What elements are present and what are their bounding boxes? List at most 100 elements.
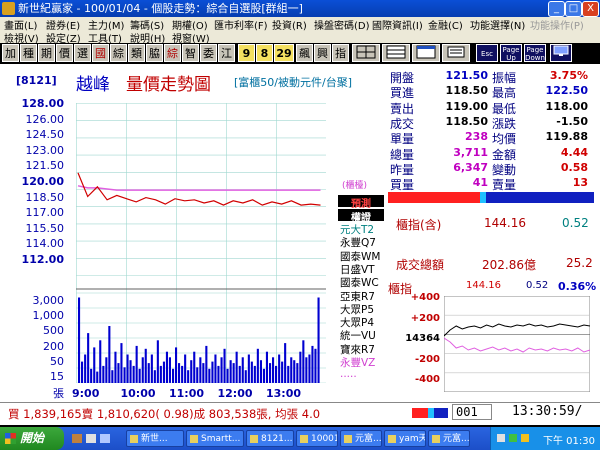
tb-smart-button[interactable]: 智: [182, 44, 199, 62]
menu-function-select[interactable]: 功能選擇(N): [470, 17, 525, 32]
tb-9-button[interactable]: 9: [238, 44, 255, 62]
index-label: 櫃指(含): [396, 218, 442, 232]
volume-bar: [93, 347, 96, 383]
task-yam[interactable]: yam天...: [384, 430, 426, 447]
time-tick-label: 12:00: [217, 387, 253, 400]
volume-bar: [168, 357, 171, 383]
volume-bar: [159, 365, 162, 383]
volume-bar: [138, 368, 141, 383]
volume-bar: [120, 343, 123, 383]
volume-bar: [165, 351, 168, 383]
tb-grid-icon[interactable]: [352, 44, 380, 62]
maximize-button[interactable]: □: [565, 1, 582, 17]
volume-bar: [87, 333, 90, 383]
volume-bar: [214, 354, 217, 383]
tb-futures-button[interactable]: 期: [38, 44, 55, 62]
quote-value: 4.44: [560, 145, 588, 159]
volume-bar: [126, 354, 129, 383]
menu-function-operate[interactable]: 功能操作(P): [530, 17, 584, 32]
volume-tick-label: 200: [43, 339, 64, 353]
start-button[interactable]: 開始: [0, 427, 64, 450]
status-bar: 買 1,839,165賣 1,810,620( 0.98)成 803,538張,…: [0, 402, 600, 425]
warrant-item: .....: [340, 368, 357, 381]
volume-bars: [78, 297, 320, 383]
quicklaunch-desktop-icon[interactable]: [100, 434, 110, 443]
task-8121[interactable]: 8121...: [246, 430, 294, 447]
tb-prosper-button[interactable]: 興: [314, 44, 331, 62]
clock-display: 13:30:59/: [512, 404, 583, 419]
volume-bar: [181, 365, 184, 383]
minimize-button[interactable]: _: [548, 1, 565, 17]
index-mini-chart[interactable]: [444, 296, 590, 392]
task-yuanfu-2[interactable]: 元富...: [428, 430, 470, 447]
volume-bar: [308, 354, 311, 383]
task-new-century[interactable]: 新世...: [126, 430, 184, 447]
volume-bar: [244, 370, 247, 383]
tb-table-icon[interactable]: [382, 44, 410, 62]
task-yuanfu[interactable]: 元富...: [340, 430, 382, 447]
tb-composite-button[interactable]: 綜: [110, 44, 127, 62]
tray-icon[interactable]: [509, 434, 517, 442]
tb-composite2-button[interactable]: 綜: [164, 44, 181, 62]
volume-bar: [162, 361, 165, 383]
tb-price-button[interactable]: 價: [56, 44, 73, 62]
page-up-button[interactable]: Page Up: [500, 44, 522, 62]
quote-value: 119.00: [445, 99, 488, 113]
taskbar: 開始 新世... Smartt... 8121... 10001... 元富..…: [0, 427, 600, 450]
quote-value: 118.50: [445, 114, 488, 128]
menu-finance[interactable]: 金融(C): [428, 17, 463, 32]
tb-select-button[interactable]: 選: [74, 44, 91, 62]
menu-international[interactable]: 國際資訊(I): [372, 17, 423, 32]
volume-tick-label: 1,000: [32, 309, 65, 323]
volume-bar: [226, 368, 229, 383]
tb-kind-button[interactable]: 種: [20, 44, 37, 62]
average-price-line: [77, 185, 321, 191]
task-smartt[interactable]: Smartt...: [186, 430, 244, 447]
price-volume-chart[interactable]: [76, 103, 326, 383]
forecast-tab[interactable]: 預測: [338, 195, 384, 210]
close-button[interactable]: X: [582, 1, 599, 17]
menu-forex[interactable]: 匯市利率(F): [214, 17, 268, 32]
tb-soar-button[interactable]: 飆: [296, 44, 313, 62]
tb-monitor-icon[interactable]: [550, 44, 572, 62]
volume-bar: [199, 357, 202, 383]
tb-29-button[interactable]: 29: [274, 44, 294, 62]
tb-country-button[interactable]: 國: [92, 44, 109, 62]
price-tick-label: 126.00: [25, 112, 65, 126]
volume-bar: [196, 367, 199, 383]
time-tick-label: 10:00: [120, 387, 156, 400]
tb-window-icon[interactable]: [412, 44, 440, 62]
menu-trading-code[interactable]: 操盤密碼(D): [314, 17, 370, 32]
tb-add-button[interactable]: 加: [2, 44, 19, 62]
tb-index-button[interactable]: 指: [332, 44, 349, 62]
volume-bar: [193, 351, 196, 383]
warrant-tab[interactable]: 權證: [338, 209, 384, 224]
title-bar: 新世紀贏家 - 100/01/04 - 個股走勢：綜合自選股[群組一] _ □ …: [0, 0, 600, 17]
stock-code: [8121]: [16, 74, 57, 87]
tb-8-button[interactable]: 8: [256, 44, 273, 62]
page-down-button[interactable]: Page Down: [524, 44, 546, 62]
code-input[interactable]: 001: [452, 404, 492, 420]
volume-bar: [141, 357, 144, 383]
volume-bar: [132, 365, 135, 383]
tray-icon[interactable]: [497, 434, 505, 442]
volume-bar: [293, 360, 296, 383]
volume-bar: [81, 361, 84, 383]
tb-river-button[interactable]: 江: [218, 44, 235, 62]
volume-bar: [256, 348, 259, 383]
tb-category-button[interactable]: 類: [128, 44, 145, 62]
quicklaunch-icon[interactable]: [72, 434, 82, 443]
tray-icon[interactable]: [521, 434, 529, 442]
mini-index-change: 0.52: [526, 280, 549, 291]
esc-button[interactable]: Esc: [476, 44, 498, 62]
menu-invest[interactable]: 投資(R): [272, 17, 307, 32]
tb-list-icon[interactable]: [442, 44, 470, 62]
volume-tick-label: 15: [50, 370, 64, 383]
volume-bar: [305, 357, 308, 383]
tb-pulse-button[interactable]: 脇: [146, 44, 163, 62]
windows-logo-icon: [5, 433, 16, 444]
task-10001[interactable]: 10001...: [296, 430, 338, 447]
quicklaunch-ie-icon[interactable]: [86, 434, 96, 443]
tb-order-button[interactable]: 委: [200, 44, 217, 62]
volume-bar: [117, 363, 120, 383]
